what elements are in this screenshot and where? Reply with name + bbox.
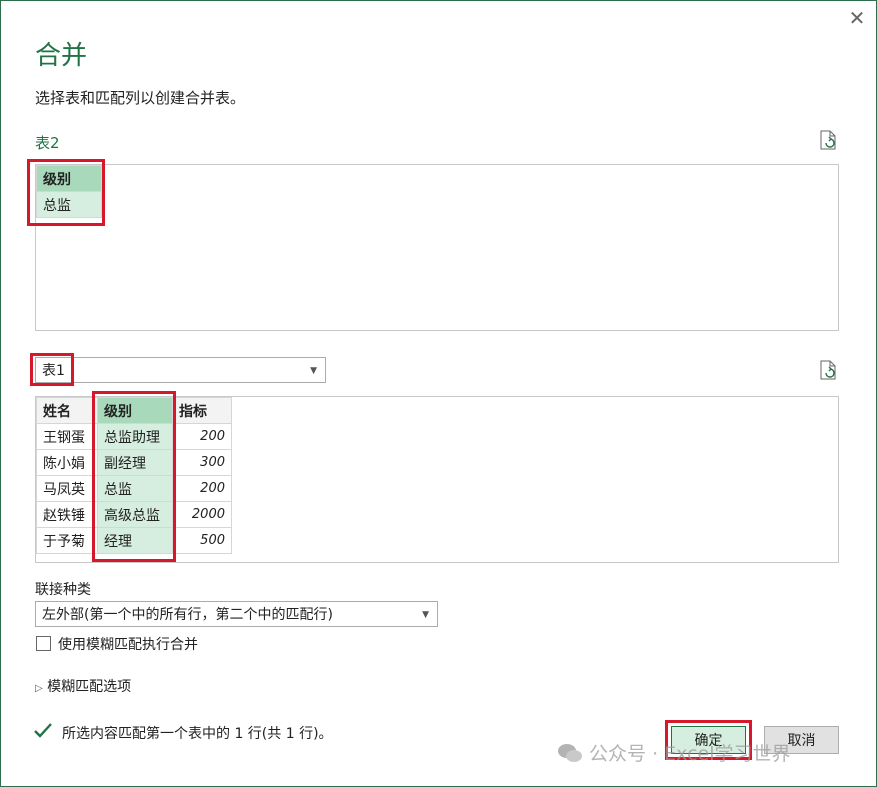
dialog-subtitle: 选择表和匹配列以创建合并表。 [35, 89, 246, 107]
dialog-title: 合并 [35, 41, 88, 71]
fuzzy-match-checkbox[interactable] [36, 636, 51, 651]
merge-dialog: ✕ 合并 选择表和匹配列以创建合并表。 表2 级别 总监 表1 ▼ 姓名 级别 … [0, 0, 877, 787]
table-row: 马凤英 总监 200 [36, 475, 232, 502]
close-icon[interactable]: ✕ [846, 7, 868, 29]
table1-col-level[interactable]: 级别 [97, 397, 173, 424]
table2-preview: 级别 总监 [35, 164, 839, 331]
table-cell: 500 [172, 527, 232, 554]
table2-grid: 级别 总监 [36, 165, 102, 218]
table2-cell: 总监 [36, 191, 102, 218]
join-kind-select[interactable]: 左外部(第一个中的所有行，第二个中的匹配行) ▼ [35, 601, 438, 627]
refresh-preview-icon[interactable] [819, 360, 837, 380]
table-row: 总监 [36, 191, 102, 218]
table-row: 陈小娟 副经理 300 [36, 449, 232, 476]
join-kind-label: 联接种类 [35, 582, 91, 598]
wechat-icon [558, 744, 582, 762]
join-kind-value: 左外部(第一个中的所有行，第二个中的匹配行) [42, 607, 333, 623]
chevron-down-icon: ▼ [422, 610, 429, 620]
table-cell: 总监 [97, 475, 173, 502]
table-cell: 总监助理 [97, 423, 173, 450]
fuzzy-options-label: 模糊匹配选项 [47, 679, 132, 695]
table-cell: 200 [172, 475, 232, 502]
status-message: 所选内容匹配第一个表中的 1 行(共 1 行)。 [62, 726, 333, 742]
checkmark-icon [34, 723, 52, 738]
table-cell: 于予菊 [36, 527, 98, 554]
table1-select-value: 表1 [42, 363, 65, 379]
table1-col-name[interactable]: 姓名 [36, 397, 98, 424]
table1-col-target[interactable]: 指标 [172, 397, 232, 424]
refresh-preview-icon[interactable] [819, 130, 837, 150]
fuzzy-match-label[interactable]: 使用模糊匹配执行合并 [58, 634, 198, 654]
table1-preview: 姓名 级别 指标 王钢蛋 总监助理 200 陈小娟 副经理 300 马凤英 总监… [35, 396, 839, 563]
chevron-down-icon: ▼ [310, 366, 317, 376]
table-row: 王钢蛋 总监助理 200 [36, 423, 232, 450]
table-cell: 300 [172, 449, 232, 476]
table-cell: 王钢蛋 [36, 423, 98, 450]
table-row: 于予菊 经理 500 [36, 527, 232, 554]
table-row: 赵铁锤 高级总监 2000 [36, 501, 232, 528]
table-cell: 经理 [97, 527, 173, 554]
table-cell: 马凤英 [36, 475, 98, 502]
table-cell: 200 [172, 423, 232, 450]
table-cell: 2000 [172, 501, 232, 528]
table-cell: 副经理 [97, 449, 173, 476]
watermark: 公众号 · Excel学习世界 [557, 739, 791, 766]
table-cell: 陈小娟 [36, 449, 98, 476]
table2-col-level[interactable]: 级别 [36, 165, 102, 192]
table-cell: 赵铁锤 [36, 501, 98, 528]
table1-select[interactable]: 表1 ▼ [35, 357, 326, 383]
table-cell: 高级总监 [97, 501, 173, 528]
table2-label: 表2 [35, 134, 60, 152]
caret-right-icon: ▷ [35, 683, 43, 694]
table1-grid: 姓名 级别 指标 王钢蛋 总监助理 200 陈小娟 副经理 300 马凤英 总监… [36, 397, 232, 554]
fuzzy-options-toggle[interactable]: ▷ 模糊匹配选项 [35, 676, 131, 696]
watermark-text: 公众号 · Excel学习世界 [589, 743, 791, 765]
